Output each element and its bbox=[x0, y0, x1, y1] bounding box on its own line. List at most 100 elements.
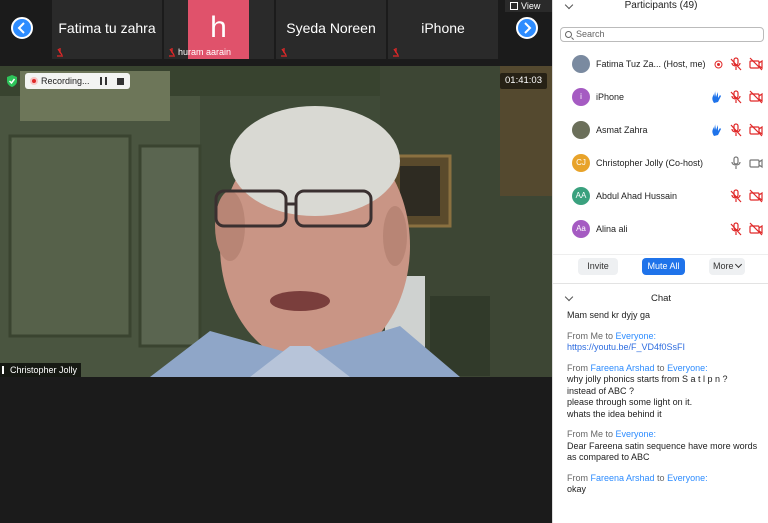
prev-page-button[interactable] bbox=[11, 17, 33, 39]
avatar: i bbox=[572, 88, 590, 106]
next-page-button[interactable] bbox=[516, 17, 538, 39]
chevron-left-icon bbox=[17, 22, 25, 34]
video-off-icon[interactable] bbox=[749, 222, 763, 236]
mic-on-icon[interactable] bbox=[729, 156, 743, 170]
sender-name[interactable]: Fareena Arshad bbox=[591, 473, 655, 483]
security-shield-icon[interactable] bbox=[5, 74, 19, 88]
invite-button[interactable]: Invite bbox=[578, 258, 618, 275]
avatar: CJ bbox=[572, 154, 590, 172]
recording-status-bar: Recording... bbox=[5, 73, 130, 89]
participant-status-icons bbox=[711, 123, 763, 137]
recording-label: Recording... bbox=[41, 76, 90, 86]
participant-row[interactable]: CJ Christopher Jolly (Co-host) bbox=[553, 147, 768, 180]
view-label: View bbox=[521, 1, 541, 11]
participant-status-icons bbox=[711, 90, 763, 104]
video-tile[interactable]: Syeda Noreen bbox=[276, 0, 386, 59]
participant-actions: Invite Mute All More bbox=[553, 254, 768, 276]
video-off-icon[interactable] bbox=[749, 123, 763, 137]
speaker-video-frame bbox=[0, 66, 552, 377]
pause-recording-icon[interactable] bbox=[99, 77, 107, 85]
divider bbox=[553, 283, 768, 284]
chevron-down-icon bbox=[734, 260, 743, 269]
message-text: Dear Fareena satin sequence have more wo… bbox=[567, 440, 758, 463]
active-speaker-video[interactable] bbox=[0, 66, 552, 377]
participants-title: Participants (49) bbox=[624, 0, 698, 11]
sender: From Me bbox=[567, 429, 603, 439]
search-icon bbox=[565, 31, 572, 38]
more-button[interactable]: More bbox=[709, 258, 745, 275]
video-off-icon[interactable] bbox=[749, 90, 763, 104]
speaker-name: Christopher Jolly bbox=[10, 365, 78, 375]
chat-message: Mam send kr dyjy ga bbox=[567, 310, 763, 322]
more-label: More bbox=[712, 261, 734, 271]
sep: to bbox=[603, 330, 616, 341]
video-on-icon[interactable] bbox=[749, 156, 763, 170]
sender: From bbox=[567, 362, 591, 373]
raised-hand-icon bbox=[712, 91, 721, 103]
signal-bars-icon bbox=[2, 366, 8, 374]
participants-header: Participants (49) bbox=[553, 0, 768, 14]
avatar: AA bbox=[572, 187, 590, 205]
video-off-icon[interactable] bbox=[749, 57, 763, 71]
participant-row[interactable]: i iPhone bbox=[553, 81, 768, 114]
participant-status-icons bbox=[729, 156, 763, 170]
meeting-timer: 01:41:03 bbox=[500, 73, 547, 89]
participant-name: Christopher Jolly bbox=[596, 158, 664, 168]
chevron-right-icon bbox=[524, 22, 532, 34]
mic-muted-icon bbox=[169, 48, 175, 57]
video-tile[interactable]: Fatima tu zahra bbox=[52, 0, 162, 59]
video-off-icon[interactable] bbox=[749, 189, 763, 203]
participant-row[interactable]: Asmat Zahra bbox=[553, 114, 768, 147]
chat-header: Chat bbox=[553, 292, 768, 305]
mic-muted-icon[interactable] bbox=[729, 90, 743, 104]
speaker-name-label: Christopher Jolly bbox=[0, 363, 82, 377]
video-tile[interactable]: h huram aarain bbox=[164, 0, 274, 59]
mic-muted-icon[interactable] bbox=[729, 222, 743, 236]
gallery-strip: Fatima tu zahra h huram aarain Syeda Nor… bbox=[0, 0, 552, 59]
message-sender: From Me to Everyone: bbox=[567, 331, 763, 343]
participant-status-icons bbox=[729, 222, 763, 236]
recipient[interactable]: Everyone: bbox=[616, 331, 657, 341]
message-link[interactable]: https://youtu.be/F_VD4f0SsFI bbox=[567, 342, 763, 354]
video-tile[interactable]: iPhone bbox=[388, 0, 498, 59]
mic-muted-icon[interactable] bbox=[729, 123, 743, 137]
collapse-chevron-icon[interactable] bbox=[564, 0, 574, 10]
record-dot-icon bbox=[30, 77, 38, 85]
sender: From bbox=[567, 472, 591, 483]
raised-hand-icon bbox=[712, 124, 721, 136]
tile-name: Syeda Noreen bbox=[286, 20, 376, 36]
search-input[interactable]: Search bbox=[560, 27, 764, 42]
search-placeholder: Search bbox=[576, 29, 605, 39]
mic-muted-icon bbox=[393, 48, 399, 57]
recipient[interactable]: Everyone: bbox=[616, 429, 657, 439]
view-button[interactable]: View bbox=[505, 0, 552, 12]
stop-recording-icon[interactable] bbox=[116, 77, 124, 85]
chat-message: From Me to Everyone: https://youtu.be/F_… bbox=[567, 331, 763, 354]
participant-name-wrap: Fatima Tuz Za... (Host, me) bbox=[596, 59, 706, 69]
participant-status-icons bbox=[714, 57, 763, 71]
participant-name: Asmat Zahra bbox=[596, 125, 648, 135]
collapse-chevron-icon[interactable] bbox=[564, 292, 574, 302]
participant-status-icons bbox=[729, 189, 763, 203]
participant-row[interactable]: AA Abdul Ahad Hussain bbox=[553, 180, 768, 213]
recipient[interactable]: Everyone: bbox=[667, 473, 708, 483]
participant-name: Fatima Tuz Za... bbox=[596, 59, 662, 69]
message-text: Mam send kr dyjy ga bbox=[567, 310, 651, 320]
chat-message: From Me to Everyone: Dear Fareena satin … bbox=[567, 429, 763, 464]
participant-role: (Co-host) bbox=[665, 158, 704, 168]
chat-message: From Fareena Arshad to Everyone: why jol… bbox=[567, 363, 763, 421]
mic-muted-icon[interactable] bbox=[729, 189, 743, 203]
chat-title: Chat bbox=[650, 293, 672, 304]
participant-row[interactable]: Aa Alina ali bbox=[553, 213, 768, 246]
recipient[interactable]: Everyone: bbox=[667, 363, 708, 373]
participant-name: iPhone bbox=[596, 92, 625, 102]
avatar bbox=[572, 55, 590, 73]
participant-row[interactable]: Fatima Tuz Za... (Host, me) bbox=[553, 48, 768, 81]
mic-muted-icon bbox=[281, 48, 287, 57]
side-panel: Participants (49) Search Fatima Tuz Za..… bbox=[552, 0, 768, 523]
tile-name: iPhone bbox=[421, 20, 465, 36]
video-area: Fatima tu zahra h huram aarain Syeda Nor… bbox=[0, 0, 552, 523]
sender-name[interactable]: Fareena Arshad bbox=[591, 363, 655, 373]
mute-all-button[interactable]: Mute All bbox=[642, 258, 685, 275]
mic-muted-icon[interactable] bbox=[729, 57, 743, 71]
